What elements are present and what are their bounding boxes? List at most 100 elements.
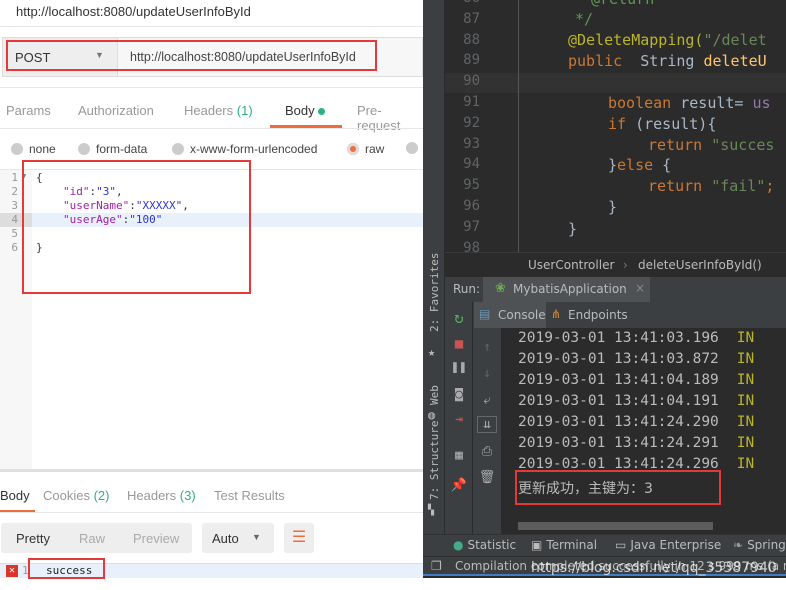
tab-java-enterprise[interactable]: ▭ Java Enterprise	[615, 538, 721, 552]
side-tool-structure[interactable]: 7: Structure	[428, 421, 441, 500]
radio-selected-icon	[347, 143, 359, 155]
pane-resizer[interactable]	[0, 469, 423, 472]
response-tab-test-results[interactable]: Test Results	[214, 488, 285, 503]
console-log-line: 2019-03-01 13:41:03.872 IN	[518, 351, 754, 367]
raw-button[interactable]: Raw	[79, 531, 105, 546]
log-time: 2019-03-01 13:41:04.189	[518, 372, 719, 388]
radio-label: none	[29, 142, 56, 156]
request-title: http://localhost:8080/updateUserInfoById	[16, 4, 251, 19]
pin-icon[interactable]: 📌	[449, 478, 469, 493]
statistic-icon: ●	[453, 538, 464, 552]
line-number: 1	[11, 171, 18, 184]
tab-label: Headers	[184, 103, 234, 118]
line-number: 93	[463, 135, 480, 152]
code-line: public String deleteU	[568, 52, 767, 70]
format-select[interactable]: Auto ▼	[202, 523, 274, 553]
console-toolbar: ↑ ↓ ⤶ ⇊ ⎙ 🗑	[473, 328, 501, 534]
radio-urlencoded[interactable]: x-www-form-urlencoded	[172, 142, 317, 156]
line-number: 95	[463, 177, 480, 194]
tab-label: Java Enterprise	[630, 538, 722, 552]
code-line: }	[608, 198, 618, 216]
tab-console[interactable]: ▤ Console	[474, 302, 546, 328]
radio-raw[interactable]: raw	[347, 142, 384, 156]
tab-authorization[interactable]: Authorization	[78, 103, 154, 118]
chevron-down-icon: ▼	[252, 532, 261, 542]
tab-headers[interactable]: Headers (1)	[184, 103, 253, 118]
radio-form-data[interactable]: form-data	[78, 142, 147, 156]
radio-icon	[78, 143, 90, 155]
soft-wrap-icon[interactable]: ⤶	[477, 393, 497, 408]
log-level: IN	[736, 393, 755, 409]
line-number: 97	[463, 218, 480, 235]
response-tab-cookies[interactable]: Cookies (2)	[43, 488, 109, 503]
print-icon[interactable]: ⎙	[477, 444, 497, 459]
log-time: 2019-03-01 13:41:24.290	[518, 414, 719, 430]
postman-panel: http://localhost:8080/updateUserInfoById…	[0, 0, 423, 590]
radio-label: x-www-form-urlencoded	[190, 142, 318, 156]
tab-statistic[interactable]: ● Statistic	[453, 538, 516, 552]
divider	[0, 512, 423, 513]
side-tool-web[interactable]: Web	[428, 385, 441, 405]
up-arrow-icon[interactable]: ↑	[477, 340, 497, 355]
endpoints-icon: ⋔	[551, 307, 562, 321]
gutter-line	[518, 0, 519, 252]
side-tool-favorites[interactable]: 2: Favorites	[428, 253, 441, 332]
horizontal-scrollbar[interactable]	[518, 522, 713, 530]
radio-icon	[172, 143, 184, 155]
caret-line	[445, 73, 786, 93]
tab-label: Spring	[747, 538, 786, 552]
code-line: if (result){	[608, 115, 717, 133]
response-tab-body[interactable]: Body	[0, 488, 30, 503]
tab-label: Console	[498, 308, 546, 322]
rerun-icon[interactable]: ↻	[449, 308, 469, 327]
layout-icon[interactable]: ▦	[449, 448, 469, 463]
camera-icon[interactable]: ◙	[449, 387, 469, 402]
watermark: https://blog.csdn.net/qq_35387940	[531, 560, 777, 576]
spring-boot-icon: ❀	[495, 281, 506, 296]
scroll-to-end-icon[interactable]: ⇊	[477, 416, 497, 433]
wrap-lines-icon[interactable]: ☰	[284, 523, 314, 553]
preview-button[interactable]: Preview	[133, 531, 179, 546]
code-line: * @return	[573, 0, 654, 8]
log-level: IN	[736, 414, 755, 430]
tab-spring[interactable]: ❧ Spring	[733, 538, 786, 552]
view-mode-group: Pretty Raw Preview	[1, 523, 192, 553]
tab-label: Cookies	[43, 488, 90, 503]
run-tab-label: MybatisApplication	[513, 282, 627, 296]
tab-label: Statistic	[467, 538, 517, 552]
breadcrumb-item[interactable]: deleteUserInfoById()	[638, 258, 762, 272]
console-icon: ▤	[479, 307, 491, 321]
tab-body[interactable]: Body	[285, 103, 326, 118]
ide-panel: 86878889909192939495969798 * @return */ …	[423, 0, 786, 578]
radio-icon[interactable]	[406, 142, 418, 154]
stop-icon[interactable]: ■	[449, 336, 469, 352]
run-label: Run:	[453, 282, 481, 296]
tab-endpoints[interactable]: ⋔ Endpoints	[548, 302, 628, 328]
structure-icon: ▚	[428, 505, 435, 516]
breadcrumb-item[interactable]: UserController	[528, 258, 614, 272]
tab-terminal[interactable]: ▣ Terminal	[531, 538, 597, 552]
breadcrumb-separator: ›	[623, 258, 628, 272]
close-icon[interactable]: ×	[635, 281, 645, 295]
divider	[0, 128, 423, 129]
pause-icon[interactable]: ❚❚	[449, 360, 469, 375]
code-line: return "fail";	[648, 177, 775, 195]
tab-params[interactable]: Params	[6, 103, 51, 118]
response-tab-headers[interactable]: Headers (3)	[127, 488, 196, 503]
highlight-box	[515, 470, 721, 505]
radio-none[interactable]: none	[11, 142, 56, 156]
console-tabs: ▤ Console ⋔ Endpoints	[473, 302, 786, 328]
run-tab[interactable]: ❀ MybatisApplication ×	[483, 277, 650, 302]
log-level: IN	[736, 372, 755, 388]
run-toolbar: ↻ ■ ❚❚ ◙ ⇥ ▦ 📌	[445, 302, 473, 534]
log-level: IN	[736, 456, 755, 472]
pretty-button[interactable]: Pretty	[16, 531, 50, 546]
tab-count: (2)	[93, 488, 110, 503]
trash-icon[interactable]: 🗑	[477, 470, 497, 485]
layout-toggle-icon[interactable]: ❐	[431, 559, 442, 573]
line-number: 88	[463, 31, 480, 48]
exit-icon[interactable]: ⇥	[449, 412, 469, 427]
divider	[0, 26, 423, 27]
down-arrow-icon[interactable]: ↓	[477, 366, 497, 381]
line-number: 4	[11, 213, 18, 226]
